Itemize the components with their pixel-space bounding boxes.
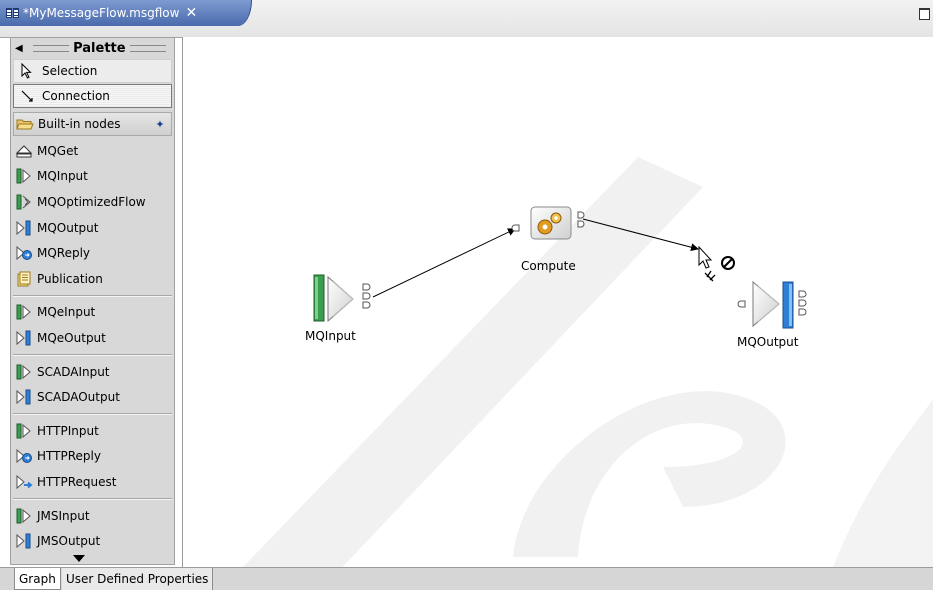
output-node-icon — [752, 280, 794, 329]
folder-open-icon — [16, 119, 34, 130]
not-allowed-icon — [721, 256, 735, 270]
palette-node-httpreply[interactable]: HTTPReply — [11, 444, 174, 470]
output-node-icon — [16, 330, 31, 346]
input-node-icon — [16, 364, 31, 380]
editor-tab-title: *MyMessageFlow.msgflow — [23, 6, 180, 20]
node-compute[interactable] — [511, 206, 585, 240]
optimized-flow-icon — [16, 194, 31, 210]
collapse-arrow-icon[interactable]: ◀ — [15, 43, 23, 54]
node-label: MQInput — [37, 169, 88, 184]
node-label: HTTPRequest — [37, 474, 117, 489]
input-node-icon — [16, 168, 31, 184]
scroll-down-arrow-icon[interactable] — [73, 555, 85, 562]
palette-node-httprequest[interactable]: HTTPRequest — [11, 469, 174, 495]
palette-node-mqeinput[interactable]: MQeInput — [11, 300, 174, 326]
node-label-mqinput: MQInput — [305, 329, 356, 343]
output-node-icon — [16, 533, 31, 549]
flow-canvas[interactable]: MQInput Compute MQOutput — [182, 37, 933, 567]
connection-in-progress — [582, 218, 699, 252]
palette-node-httpinput[interactable]: HTTPInput — [11, 418, 174, 444]
tab-label: Graph — [19, 571, 56, 586]
node-label: MQGet — [37, 143, 79, 158]
reply-node-icon — [16, 449, 32, 464]
input-node-icon — [16, 304, 31, 320]
node-label-mqoutput: MQOutput — [737, 335, 799, 349]
input-terminal[interactable] — [511, 224, 520, 232]
node-label: JMSOutput — [37, 534, 101, 549]
mqget-icon — [15, 145, 33, 158]
message-flow-file-icon — [6, 8, 20, 18]
palette-node-scadaoutput[interactable]: SCADAOutput — [11, 384, 174, 410]
pin-icon[interactable]: ✦ — [153, 118, 167, 131]
connection-mqinput-to-compute[interactable] — [372, 228, 516, 298]
connection-tool[interactable]: Connection — [13, 84, 172, 108]
close-icon[interactable]: ✕ — [185, 6, 197, 20]
node-label: MQeOutput — [37, 330, 106, 345]
node-label: JMSInput — [37, 508, 90, 523]
palette: ◀ Palette Selection Connection Built-in … — [10, 37, 175, 565]
palette-node-mqget[interactable]: MQGet — [11, 138, 174, 164]
palette-separator — [13, 412, 172, 415]
palette-node-jmsinput[interactable]: JMSInput — [11, 503, 174, 529]
connection-cursor-icon — [698, 245, 716, 282]
node-label: MQOutput — [37, 220, 99, 235]
selection-tool[interactable]: Selection — [13, 59, 172, 83]
palette-separator — [13, 497, 172, 500]
node-mqoutput[interactable] — [737, 280, 807, 329]
palette-node-mqoptimizedflow[interactable]: MQOptimizedFlow — [11, 189, 174, 215]
editor-tab[interactable]: *MyMessageFlow.msgflow ✕ — [0, 0, 252, 26]
input-node-icon — [16, 508, 31, 524]
output-terminals[interactable] — [362, 283, 371, 309]
tab-graph[interactable]: Graph — [14, 568, 61, 590]
palette-node-mqreply[interactable]: MQReply — [11, 240, 174, 266]
palette-node-publication[interactable]: Publication — [11, 266, 174, 292]
tool-label: Selection — [42, 64, 98, 78]
node-label: SCADAOutput — [37, 390, 120, 405]
flow-diagram — [313, 206, 807, 329]
arrow-pointer-icon — [21, 62, 32, 79]
node-label: SCADAInput — [37, 364, 110, 379]
input-node-icon — [313, 274, 354, 323]
tab-label: User Defined Properties — [66, 572, 209, 586]
tool-label: Connection — [42, 89, 110, 103]
drawer-label: Built-in nodes — [38, 117, 121, 131]
editor-page-tabs: Graph User Defined Properties — [0, 567, 933, 590]
node-mqinput[interactable] — [313, 274, 371, 323]
tab-user-defined-properties[interactable]: User Defined Properties — [62, 568, 214, 590]
publication-icon — [17, 271, 31, 287]
input-node-icon — [16, 423, 31, 439]
palette-header[interactable]: ◀ Palette — [11, 38, 174, 58]
output-node-icon — [16, 389, 31, 405]
built-in-nodes-drawer[interactable]: Built-in nodes ✦ — [13, 112, 172, 136]
palette-separator — [13, 294, 172, 297]
palette-node-scadainput[interactable]: SCADAInput — [11, 359, 174, 385]
editor-tab-bar: *MyMessageFlow.msgflow ✕ — [0, 0, 933, 38]
node-label-compute: Compute — [521, 259, 576, 273]
palette-grip — [129, 44, 166, 52]
output-terminals[interactable] — [798, 290, 807, 316]
input-terminal[interactable] — [737, 300, 746, 308]
palette-title: Palette — [73, 40, 126, 56]
node-label: HTTPReply — [37, 449, 101, 464]
palette-separator — [13, 353, 172, 356]
connection-pointer-icon — [21, 90, 33, 102]
palette-node-jmsoutput[interactable]: JMSOutput — [11, 528, 174, 554]
palette-node-mqinput[interactable]: MQInput — [11, 164, 174, 190]
node-label: MQOptimizedFlow — [37, 194, 146, 209]
reply-node-icon — [16, 246, 32, 261]
maximize-icon[interactable] — [919, 8, 930, 20]
node-label: HTTPInput — [37, 423, 99, 438]
request-node-icon — [16, 474, 33, 490]
palette-node-mqeoutput[interactable]: MQeOutput — [11, 325, 174, 351]
node-label: MQeInput — [37, 305, 96, 320]
palette-node-mqoutput[interactable]: MQOutput — [11, 215, 174, 241]
output-node-icon — [16, 220, 31, 236]
node-label: Publication — [37, 271, 103, 286]
palette-grip — [32, 44, 70, 52]
node-label: MQReply — [37, 246, 91, 261]
